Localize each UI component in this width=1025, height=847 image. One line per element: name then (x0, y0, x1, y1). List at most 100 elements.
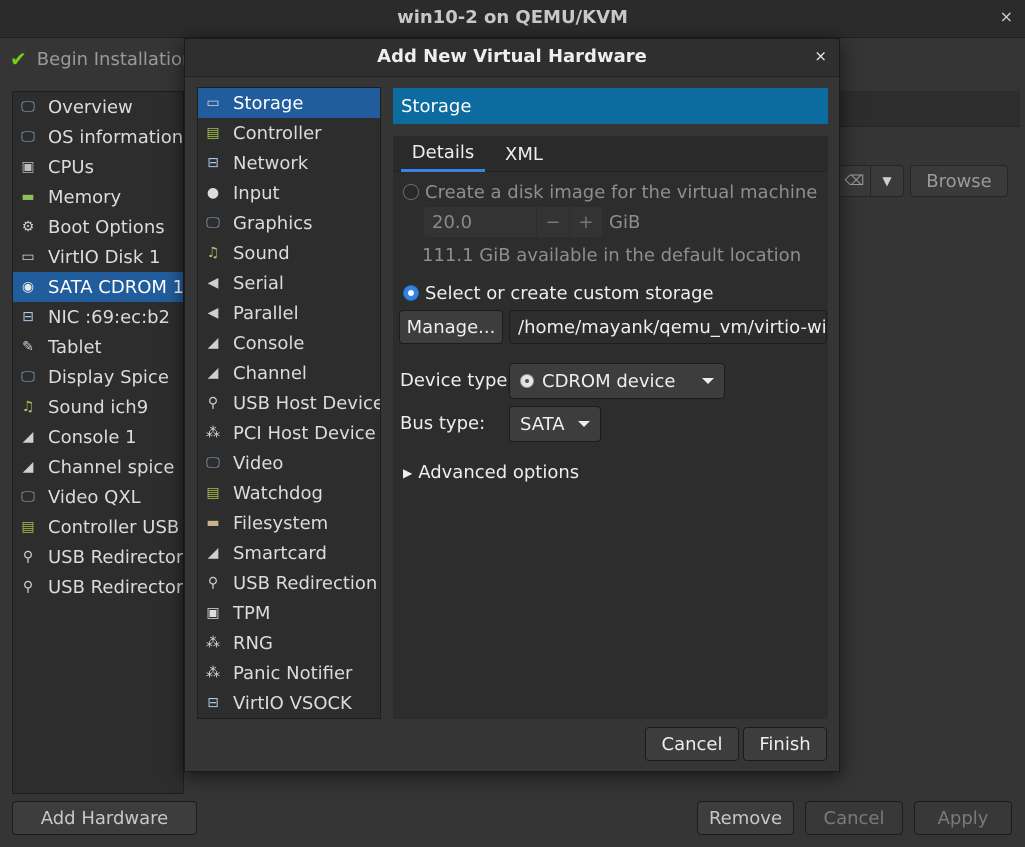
controller-icon: ▤ (206, 125, 220, 141)
path-dropdown-button[interactable]: ▼ (870, 165, 904, 197)
disk-icon: ▭ (206, 95, 220, 111)
hardware-item-display-spice[interactable]: 🖵 Display Spice (13, 362, 183, 392)
hardware-item-label: Memory (48, 186, 122, 208)
type-item-label: VirtIO VSOCK (233, 692, 352, 714)
monitor-icon: 🖵 (21, 489, 35, 505)
hardware-item-tablet[interactable]: ✎ Tablet (13, 332, 183, 362)
type-item-usb-redirection[interactable]: ⚲ USB Redirection (198, 568, 380, 598)
pci-icon: ⁂ (206, 425, 220, 441)
hardware-item-channel-spice[interactable]: ◢ Channel spice (13, 452, 183, 482)
type-item-filesystem[interactable]: ▬ Filesystem (198, 508, 380, 538)
hardware-type-list[interactable]: ▭ Storage ▤ Controller ⊟ Network ● Input 🖵 Graphi… (197, 87, 381, 719)
type-item-label: USB Host Device (233, 392, 381, 414)
type-item-smartcard[interactable]: ◢ Smartcard (198, 538, 380, 568)
type-item-label: Graphics (233, 212, 313, 234)
hardware-item-label: Video QXL (48, 486, 141, 508)
type-item-tpm[interactable]: ▣ TPM (198, 598, 380, 628)
disk-size-value[interactable]: 20.0 (424, 207, 537, 237)
hardware-item-usb-redirector-1[interactable]: ⚲ USB Redirector 1 (13, 542, 183, 572)
type-item-pci-host-device[interactable]: ⁂ PCI Host Device (198, 418, 380, 448)
hardware-item-video-qxl[interactable]: 🖵 Video QXL (13, 482, 183, 512)
sound-icon: ♫ (206, 245, 220, 261)
network-icon: ⊟ (207, 155, 219, 171)
create-disk-label: Create a disk image for the virtual mach… (425, 181, 818, 203)
type-item-label: Filesystem (233, 512, 329, 534)
hardware-item-sound-ich9[interactable]: ♫ Sound ich9 (13, 392, 183, 422)
panic-icon: ⁂ (206, 665, 220, 681)
type-item-label: USB Redirection (233, 572, 378, 594)
serial-icon: ◀ (207, 275, 219, 291)
hardware-item-virtio-disk-1[interactable]: ▭ VirtIO Disk 1 (13, 242, 183, 272)
begin-installation-label: Begin Installation (36, 48, 194, 70)
type-item-graphics[interactable]: 🖵 Graphics (198, 208, 380, 238)
main-cancel-button[interactable]: Cancel (805, 801, 903, 835)
browse-button[interactable]: Browse (910, 165, 1008, 197)
window-close-button[interactable]: × (1000, 7, 1013, 26)
type-item-watchdog[interactable]: ▤ Watchdog (198, 478, 380, 508)
increment-button[interactable]: + (570, 207, 602, 237)
hardware-item-os-information[interactable]: 🖵 OS information (13, 122, 183, 152)
type-item-console[interactable]: ◢ Console (198, 328, 380, 358)
disk-size-spinner[interactable]: 20.0 − + (423, 206, 603, 238)
tab-xml[interactable]: XML (491, 136, 557, 172)
storage-path-input[interactable]: /home/mayank/qemu_vm/virtio-win.iso (509, 310, 827, 344)
manage-button[interactable]: Manage... (399, 310, 503, 344)
dialog-close-button[interactable]: × (814, 47, 827, 65)
type-item-input[interactable]: ● Input (198, 178, 380, 208)
hardware-item-cpus[interactable]: ▣ CPUs (13, 152, 183, 182)
type-item-channel[interactable]: ◢ Channel (198, 358, 380, 388)
type-item-storage[interactable]: ▭ Storage (198, 88, 380, 118)
decrement-button[interactable]: − (537, 207, 570, 237)
console-icon: ◢ (22, 429, 34, 445)
chevron-down-icon (578, 421, 590, 427)
hardware-item-overview[interactable]: 🖵 Overview (13, 92, 183, 122)
advanced-options-expander[interactable]: ▶ Advanced options (403, 462, 579, 483)
hardware-item-memory[interactable]: ▬ Memory (13, 182, 183, 212)
type-item-usb-host-device[interactable]: ⚲ USB Host Device (198, 388, 380, 418)
monitor-icon: 🖵 (21, 369, 35, 385)
hardware-item-nic-69-ec-b2[interactable]: ⊟ NIC :69:ec:b2 (13, 302, 183, 332)
hardware-list[interactable]: 🖵 Overview 🖵 OS information ▣ CPUs ▬ Memory ⚙ Boo… (12, 91, 184, 794)
type-item-label: Input (233, 182, 280, 204)
custom-storage-option[interactable]: Select or create custom storage (403, 281, 714, 305)
type-item-parallel[interactable]: ◀ Parallel (198, 298, 380, 328)
sound-icon: ♫ (21, 399, 35, 415)
create-disk-option[interactable]: Create a disk image for the virtual mach… (403, 180, 817, 204)
hardware-item-label: OS information (48, 126, 184, 148)
type-item-label: PCI Host Device (233, 422, 376, 444)
type-item-panic-notifier[interactable]: ⁂ Panic Notifier (198, 658, 380, 688)
hardware-item-controller-usb[interactable]: ▤ Controller USB (13, 512, 183, 542)
tab-details[interactable]: Details (401, 136, 485, 172)
smartcard-icon: ◢ (207, 545, 219, 561)
type-item-virtio-vsock[interactable]: ⊟ VirtIO VSOCK (198, 688, 380, 718)
type-item-label: Video (233, 452, 284, 474)
usb-icon: ⚲ (22, 549, 34, 565)
hardware-item-label: NIC :69:ec:b2 (48, 306, 171, 328)
dialog-cancel-button[interactable]: Cancel (645, 727, 739, 761)
remove-button[interactable]: Remove (697, 801, 794, 835)
hardware-item-usb-redirector-2[interactable]: ⚲ USB Redirector 2 (13, 572, 183, 602)
hardware-item-label: VirtIO Disk 1 (48, 246, 161, 268)
rng-icon: ⁂ (206, 635, 220, 651)
finish-button[interactable]: Finish (743, 727, 827, 761)
type-item-sound[interactable]: ♫ Sound (198, 238, 380, 268)
type-item-video[interactable]: 🖵 Video (198, 448, 380, 478)
bus-type-select[interactable]: SATA (509, 406, 601, 442)
custom-storage-radio[interactable] (403, 285, 419, 301)
device-type-select[interactable]: CDROM device (509, 363, 725, 399)
begin-installation-button[interactable]: ✔ Begin Installation (10, 46, 193, 72)
type-item-rng[interactable]: ⁂ RNG (198, 628, 380, 658)
monitor-icon: 🖵 (21, 129, 35, 145)
type-item-serial[interactable]: ◀ Serial (198, 268, 380, 298)
hardware-item-boot-options[interactable]: ⚙ Boot Options (13, 212, 183, 242)
type-item-network[interactable]: ⊟ Network (198, 148, 380, 178)
apply-button[interactable]: Apply (914, 801, 1012, 835)
add-hardware-button[interactable]: Add Hardware (12, 801, 197, 835)
hardware-item-console-1[interactable]: ◢ Console 1 (13, 422, 183, 452)
create-disk-radio[interactable] (403, 184, 419, 200)
type-item-controller[interactable]: ▤ Controller (198, 118, 380, 148)
clear-path-button[interactable]: ⌫ (838, 165, 870, 197)
hardware-item-sata-cdrom-1[interactable]: ◉ SATA CDROM 1 (13, 272, 183, 302)
custom-storage-label: Select or create custom storage (425, 282, 714, 304)
type-item-label: Storage (233, 92, 304, 114)
